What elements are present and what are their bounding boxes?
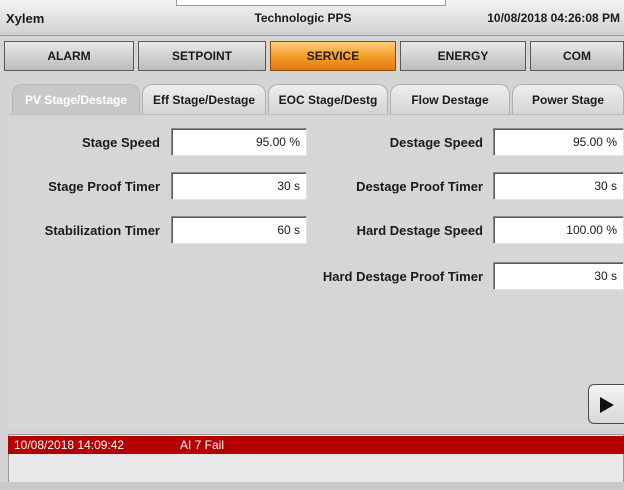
nav-service-button[interactable]: SERVICE bbox=[270, 41, 396, 71]
active-alarm-row[interactable]: 10/08/2018 14:09:42 AI 7 Fail bbox=[8, 436, 624, 454]
alarm-timestamp: 10/08/2018 14:09:42 bbox=[14, 438, 125, 452]
app-title: Technologic PPS bbox=[254, 11, 352, 25]
destage-speed-field[interactable]: 95.00 % bbox=[493, 128, 624, 156]
nav-energy-button[interactable]: ENERGY bbox=[400, 41, 526, 71]
tab-eoc-stage-destg[interactable]: EOC Stage/Destg bbox=[268, 84, 388, 114]
hard-destage-speed-label: Hard Destage Speed bbox=[356, 223, 483, 238]
brand-label: Xylem bbox=[6, 11, 45, 26]
hard-destage-proof-timer-field[interactable]: 30 s bbox=[493, 262, 624, 290]
stabilization-timer-field[interactable]: 60 s bbox=[171, 216, 307, 244]
tab-eff-stage-destage[interactable]: Eff Stage/Destage bbox=[142, 84, 266, 114]
title-bar: Xylem Technologic PPS 10/08/2018 04:26:0… bbox=[0, 0, 624, 36]
datetime-display: 10/08/2018 04:26:08 PM bbox=[487, 11, 620, 25]
nav-com-button[interactable]: COM bbox=[530, 41, 624, 71]
tab-flow-destage[interactable]: Flow Destage bbox=[390, 84, 510, 114]
nav-alarm-button[interactable]: ALARM bbox=[4, 41, 134, 71]
stabilization-timer-label: Stabilization Timer bbox=[44, 223, 160, 238]
tab-power-stage[interactable]: Power Stage bbox=[512, 84, 624, 114]
destage-proof-timer-label: Destage Proof Timer bbox=[356, 179, 483, 194]
stage-speed-field[interactable]: 95.00 % bbox=[171, 128, 307, 156]
sub-tab-bar: PV Stage/Destage Eff Stage/Destage EOC S… bbox=[8, 80, 624, 114]
main-nav: ALARM SETPOINT SERVICE ENERGY COM bbox=[0, 38, 624, 74]
nav-setpoint-button[interactable]: SETPOINT bbox=[138, 41, 266, 71]
title-notch bbox=[176, 0, 446, 6]
alarm-message: AI 7 Fail bbox=[180, 438, 225, 452]
tab-pv-stage-destage[interactable]: PV Stage/Destage bbox=[12, 84, 140, 114]
destage-proof-timer-field[interactable]: 30 s bbox=[493, 172, 624, 200]
next-page-button[interactable] bbox=[588, 384, 624, 424]
destage-speed-label: Destage Speed bbox=[389, 135, 483, 150]
bottom-strip bbox=[0, 482, 624, 490]
stage-proof-timer-field[interactable]: 30 s bbox=[171, 172, 307, 200]
hard-destage-proof-timer-label: Hard Destage Proof Timer bbox=[322, 269, 483, 284]
play-right-icon bbox=[600, 397, 614, 413]
stage-speed-label: Stage Speed bbox=[81, 135, 160, 150]
stage-proof-timer-label: Stage Proof Timer bbox=[48, 179, 160, 194]
hard-destage-speed-field[interactable]: 100.00 % bbox=[493, 216, 624, 244]
